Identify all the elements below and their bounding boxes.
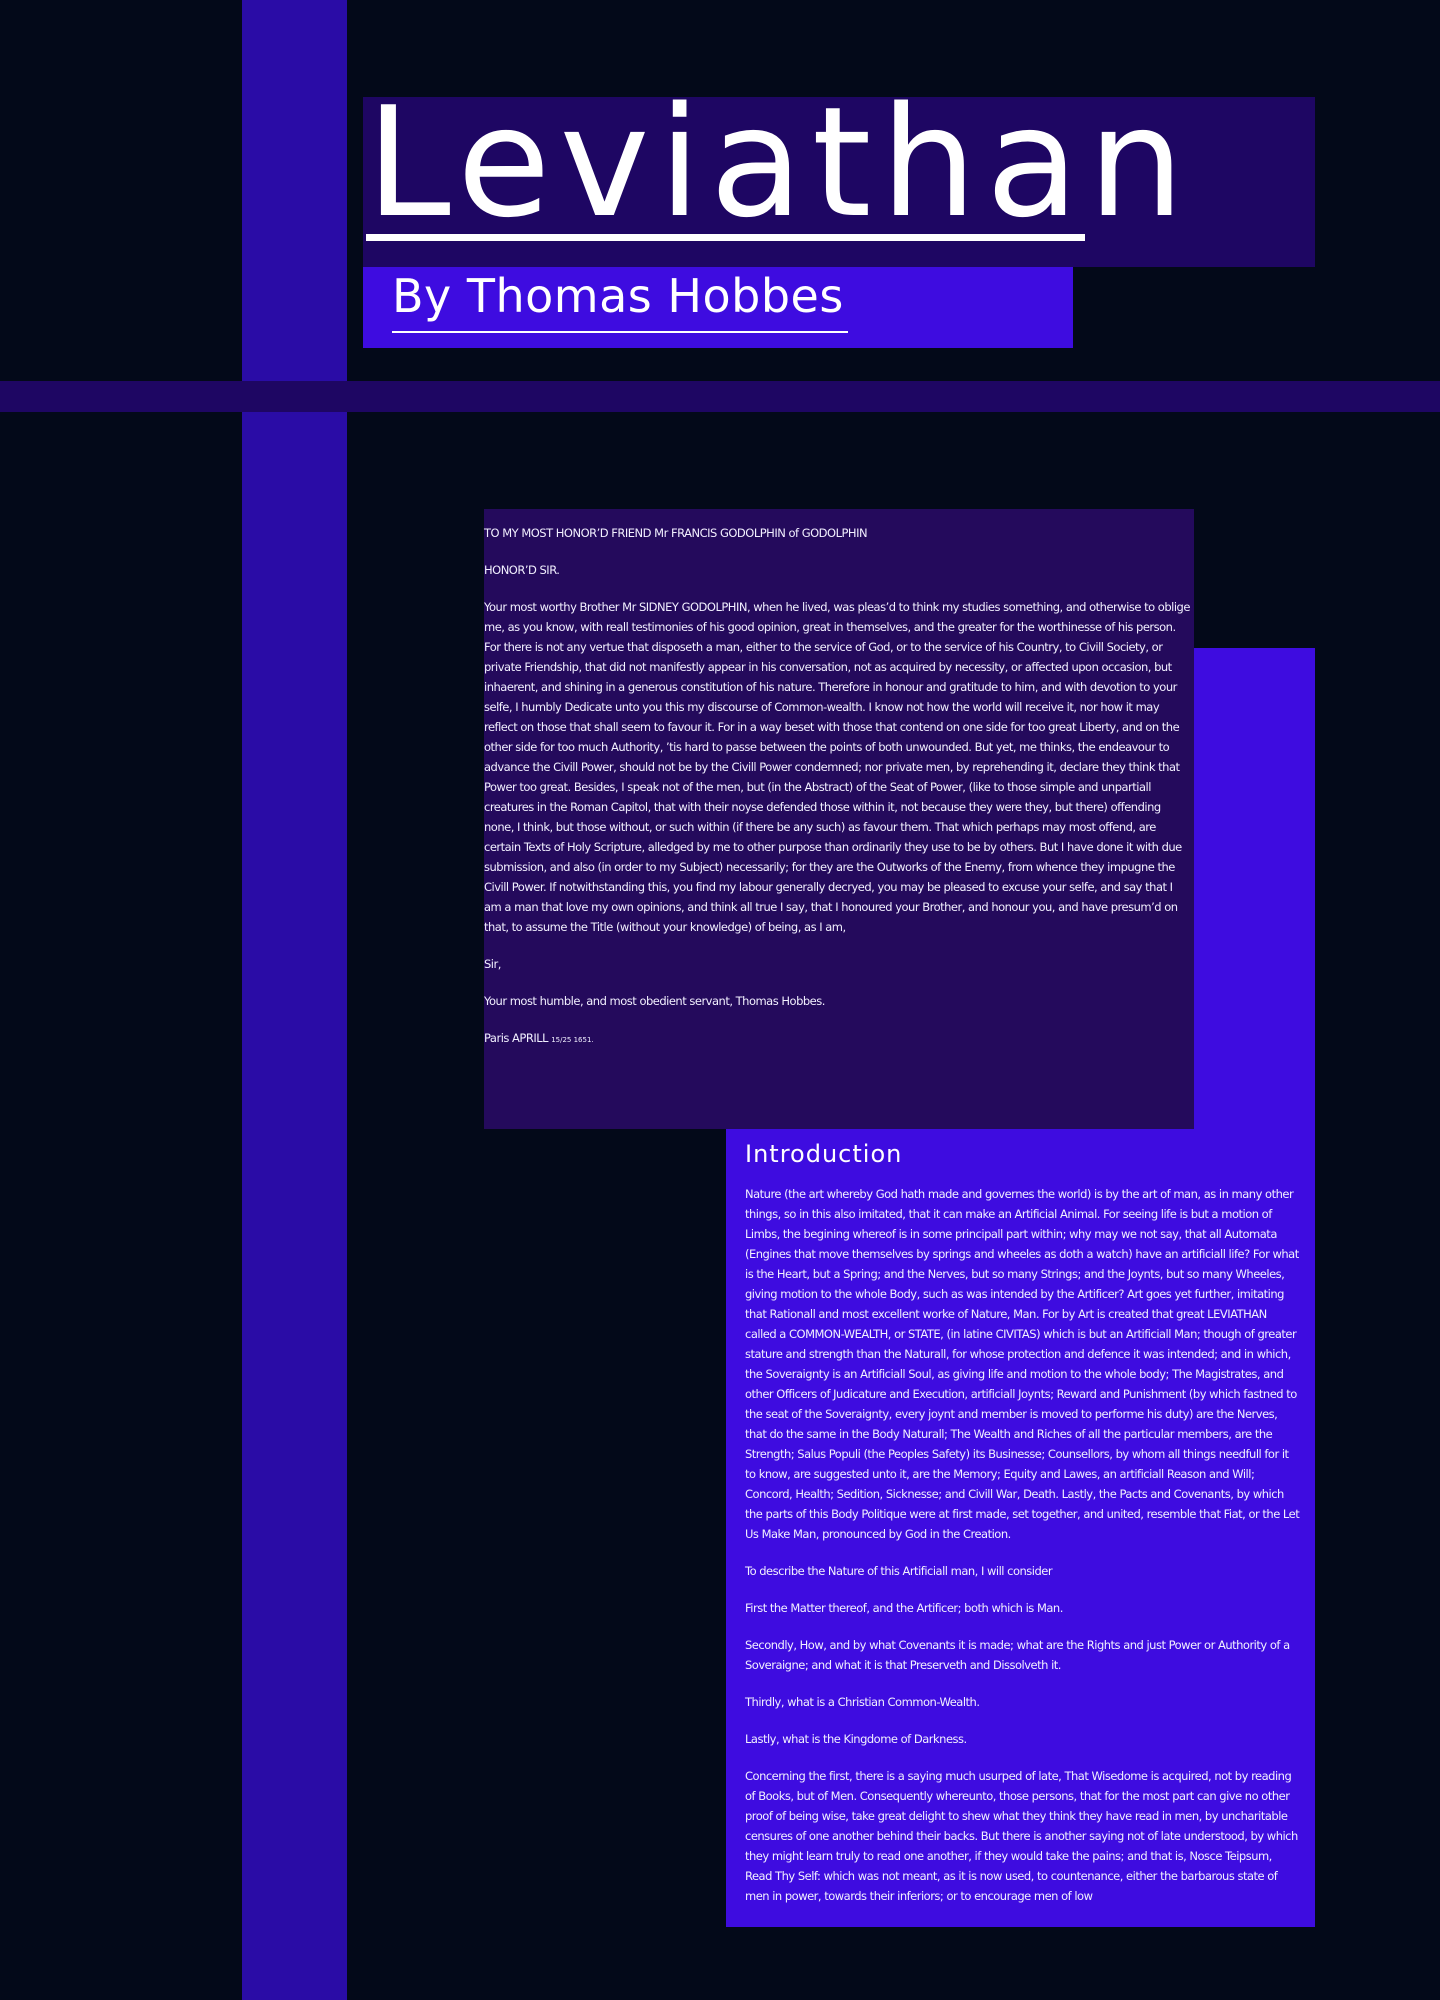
intro-paragraph: Lastly, what is the Kingdome of Darkness… — [745, 1732, 967, 1746]
intro-paragraph: Concerning the first, there is a saying … — [745, 1769, 1298, 1903]
intro-paragraph: To describe the Nature of this Artificia… — [745, 1564, 1053, 1578]
dedication-section: TO MY MOST HONOR’D FRIEND Mr FRANCIS GOD… — [484, 509, 1194, 1129]
title-underline — [366, 234, 1085, 241]
vertical-accent-bar — [242, 0, 347, 2000]
introduction-heading: Introduction — [745, 1140, 903, 1168]
introduction-section: Introduction Nature (the art whereby God… — [745, 1134, 1301, 1923]
page-title: Leviathan — [366, 74, 1194, 251]
dedication-body: Your most worthy Brother Mr SIDNEY GODOL… — [484, 600, 1190, 934]
intro-paragraph: First the Matter thereof, and the Artifi… — [745, 1601, 1063, 1615]
dedication-signature: Your most humble, and most obedient serv… — [484, 994, 825, 1008]
intro-paragraph: Thirdly, what is a Christian Common-Weal… — [745, 1695, 980, 1709]
closing-date: 15/25 1651. — [551, 1036, 594, 1044]
dedication-heading: TO MY MOST HONOR’D FRIEND Mr FRANCIS GOD… — [484, 526, 868, 540]
dedication-closing: Paris APRILL 15/25 1651. — [484, 1028, 1194, 1050]
closing-place: Paris APRILL — [484, 1031, 549, 1045]
intro-paragraph: Secondly, How, and by what Covenants it … — [745, 1638, 1290, 1672]
dedication-sir: Sir, — [484, 957, 501, 971]
byline-underline — [392, 331, 848, 333]
intro-paragraph: Nature (the art whereby God hath made an… — [745, 1187, 1300, 1541]
author-byline: By Thomas Hobbes — [392, 269, 844, 323]
horizontal-accent-bar — [0, 381, 1440, 412]
dedication-salutation: HONOR’D SIR. — [484, 563, 560, 577]
